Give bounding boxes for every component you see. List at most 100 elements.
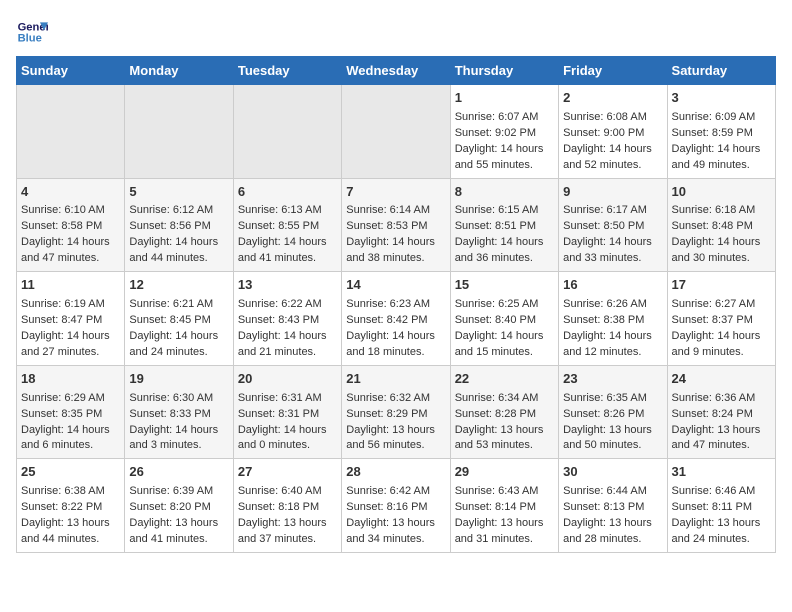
weekday-header: Wednesday [342, 57, 450, 85]
day-number: 21 [346, 370, 445, 389]
cell-content-line: Sunrise: 6:43 AM [455, 484, 554, 500]
cell-content-line: Sunrise: 6:30 AM [129, 391, 228, 407]
cell-content-line: Sunset: 8:18 PM [238, 500, 337, 516]
calendar-cell: 11Sunrise: 6:19 AMSunset: 8:47 PMDayligh… [17, 272, 125, 366]
calendar-cell: 13Sunrise: 6:22 AMSunset: 8:43 PMDayligh… [233, 272, 341, 366]
cell-content-line: Sunrise: 6:31 AM [238, 391, 337, 407]
cell-content-line: Daylight: 14 hours [129, 235, 228, 251]
cell-content-line: and 0 minutes. [238, 438, 337, 454]
cell-content-line: Daylight: 14 hours [21, 423, 120, 439]
day-number: 25 [21, 463, 120, 482]
cell-content-line: Sunrise: 6:35 AM [563, 391, 662, 407]
cell-content-line: Sunset: 8:55 PM [238, 219, 337, 235]
cell-content-line: Daylight: 13 hours [455, 423, 554, 439]
cell-content-line: Sunset: 8:20 PM [129, 500, 228, 516]
calendar-cell [342, 85, 450, 179]
cell-content-line: Daylight: 14 hours [672, 235, 771, 251]
cell-content-line: and 24 minutes. [672, 532, 771, 548]
cell-content-line: and 33 minutes. [563, 251, 662, 267]
cell-content-line: Sunset: 8:11 PM [672, 500, 771, 516]
cell-content-line: Sunrise: 6:27 AM [672, 297, 771, 313]
weekday-header: Tuesday [233, 57, 341, 85]
cell-content-line: Sunrise: 6:08 AM [563, 110, 662, 126]
calendar-cell: 1Sunrise: 6:07 AMSunset: 9:02 PMDaylight… [450, 85, 558, 179]
calendar-cell: 5Sunrise: 6:12 AMSunset: 8:56 PMDaylight… [125, 178, 233, 272]
cell-content-line: Sunset: 8:40 PM [455, 313, 554, 329]
cell-content-line: Sunset: 8:38 PM [563, 313, 662, 329]
cell-content-line: Daylight: 14 hours [672, 329, 771, 345]
weekday-header: Friday [559, 57, 667, 85]
cell-content-line: Daylight: 13 hours [346, 516, 445, 532]
day-number: 31 [672, 463, 771, 482]
cell-content-line: Sunset: 8:28 PM [455, 407, 554, 423]
cell-content-line: and 27 minutes. [21, 345, 120, 361]
cell-content-line: and 28 minutes. [563, 532, 662, 548]
day-number: 8 [455, 183, 554, 202]
cell-content-line: Sunrise: 6:09 AM [672, 110, 771, 126]
cell-content-line: Sunset: 8:45 PM [129, 313, 228, 329]
calendar-cell: 21Sunrise: 6:32 AMSunset: 8:29 PMDayligh… [342, 365, 450, 459]
cell-content-line: and 47 minutes. [672, 438, 771, 454]
day-number: 16 [563, 276, 662, 295]
cell-content-line: Sunrise: 6:34 AM [455, 391, 554, 407]
calendar-cell: 17Sunrise: 6:27 AMSunset: 8:37 PMDayligh… [667, 272, 775, 366]
cell-content-line: Sunset: 9:02 PM [455, 126, 554, 142]
cell-content-line: Sunrise: 6:39 AM [129, 484, 228, 500]
cell-content-line: Daylight: 14 hours [672, 142, 771, 158]
cell-content-line: Daylight: 13 hours [346, 423, 445, 439]
cell-content-line: Sunrise: 6:13 AM [238, 203, 337, 219]
cell-content-line: Sunrise: 6:22 AM [238, 297, 337, 313]
day-number: 9 [563, 183, 662, 202]
calendar-cell: 6Sunrise: 6:13 AMSunset: 8:55 PMDaylight… [233, 178, 341, 272]
cell-content-line: Sunset: 8:26 PM [563, 407, 662, 423]
cell-content-line: Sunset: 8:50 PM [563, 219, 662, 235]
day-number: 24 [672, 370, 771, 389]
cell-content-line: Daylight: 14 hours [455, 235, 554, 251]
cell-content-line: Sunset: 8:59 PM [672, 126, 771, 142]
cell-content-line: and 9 minutes. [672, 345, 771, 361]
cell-content-line: Sunrise: 6:14 AM [346, 203, 445, 219]
calendar-cell: 19Sunrise: 6:30 AMSunset: 8:33 PMDayligh… [125, 365, 233, 459]
calendar-cell: 26Sunrise: 6:39 AMSunset: 8:20 PMDayligh… [125, 459, 233, 553]
cell-content-line: Sunset: 8:16 PM [346, 500, 445, 516]
day-number: 6 [238, 183, 337, 202]
cell-content-line: Sunrise: 6:12 AM [129, 203, 228, 219]
cell-content-line: Daylight: 14 hours [238, 235, 337, 251]
calendar-cell: 25Sunrise: 6:38 AMSunset: 8:22 PMDayligh… [17, 459, 125, 553]
cell-content-line: Sunrise: 6:44 AM [563, 484, 662, 500]
calendar-week-row: 11Sunrise: 6:19 AMSunset: 8:47 PMDayligh… [17, 272, 776, 366]
cell-content-line: Daylight: 13 hours [672, 516, 771, 532]
day-number: 15 [455, 276, 554, 295]
calendar-cell: 7Sunrise: 6:14 AMSunset: 8:53 PMDaylight… [342, 178, 450, 272]
cell-content-line: Sunrise: 6:46 AM [672, 484, 771, 500]
day-number: 14 [346, 276, 445, 295]
cell-content-line: Daylight: 14 hours [563, 235, 662, 251]
day-number: 7 [346, 183, 445, 202]
calendar-table: SundayMondayTuesdayWednesdayThursdayFrid… [16, 56, 776, 553]
day-number: 10 [672, 183, 771, 202]
cell-content-line: Sunset: 8:42 PM [346, 313, 445, 329]
day-number: 23 [563, 370, 662, 389]
cell-content-line: Daylight: 14 hours [346, 235, 445, 251]
day-number: 28 [346, 463, 445, 482]
cell-content-line: and 49 minutes. [672, 158, 771, 174]
weekday-header: Thursday [450, 57, 558, 85]
weekday-header: Monday [125, 57, 233, 85]
cell-content-line: and 3 minutes. [129, 438, 228, 454]
cell-content-line: Sunrise: 6:38 AM [21, 484, 120, 500]
cell-content-line: Sunset: 8:33 PM [129, 407, 228, 423]
day-number: 20 [238, 370, 337, 389]
day-number: 3 [672, 89, 771, 108]
cell-content-line: Daylight: 14 hours [563, 329, 662, 345]
cell-content-line: Sunset: 8:22 PM [21, 500, 120, 516]
day-number: 1 [455, 89, 554, 108]
calendar-header-row: SundayMondayTuesdayWednesdayThursdayFrid… [17, 57, 776, 85]
cell-content-line: and 44 minutes. [129, 251, 228, 267]
cell-content-line: Sunrise: 6:17 AM [563, 203, 662, 219]
calendar-cell [233, 85, 341, 179]
cell-content-line: and 21 minutes. [238, 345, 337, 361]
day-number: 2 [563, 89, 662, 108]
cell-content-line: Sunrise: 6:07 AM [455, 110, 554, 126]
calendar-cell: 24Sunrise: 6:36 AMSunset: 8:24 PMDayligh… [667, 365, 775, 459]
cell-content-line: Daylight: 14 hours [21, 329, 120, 345]
